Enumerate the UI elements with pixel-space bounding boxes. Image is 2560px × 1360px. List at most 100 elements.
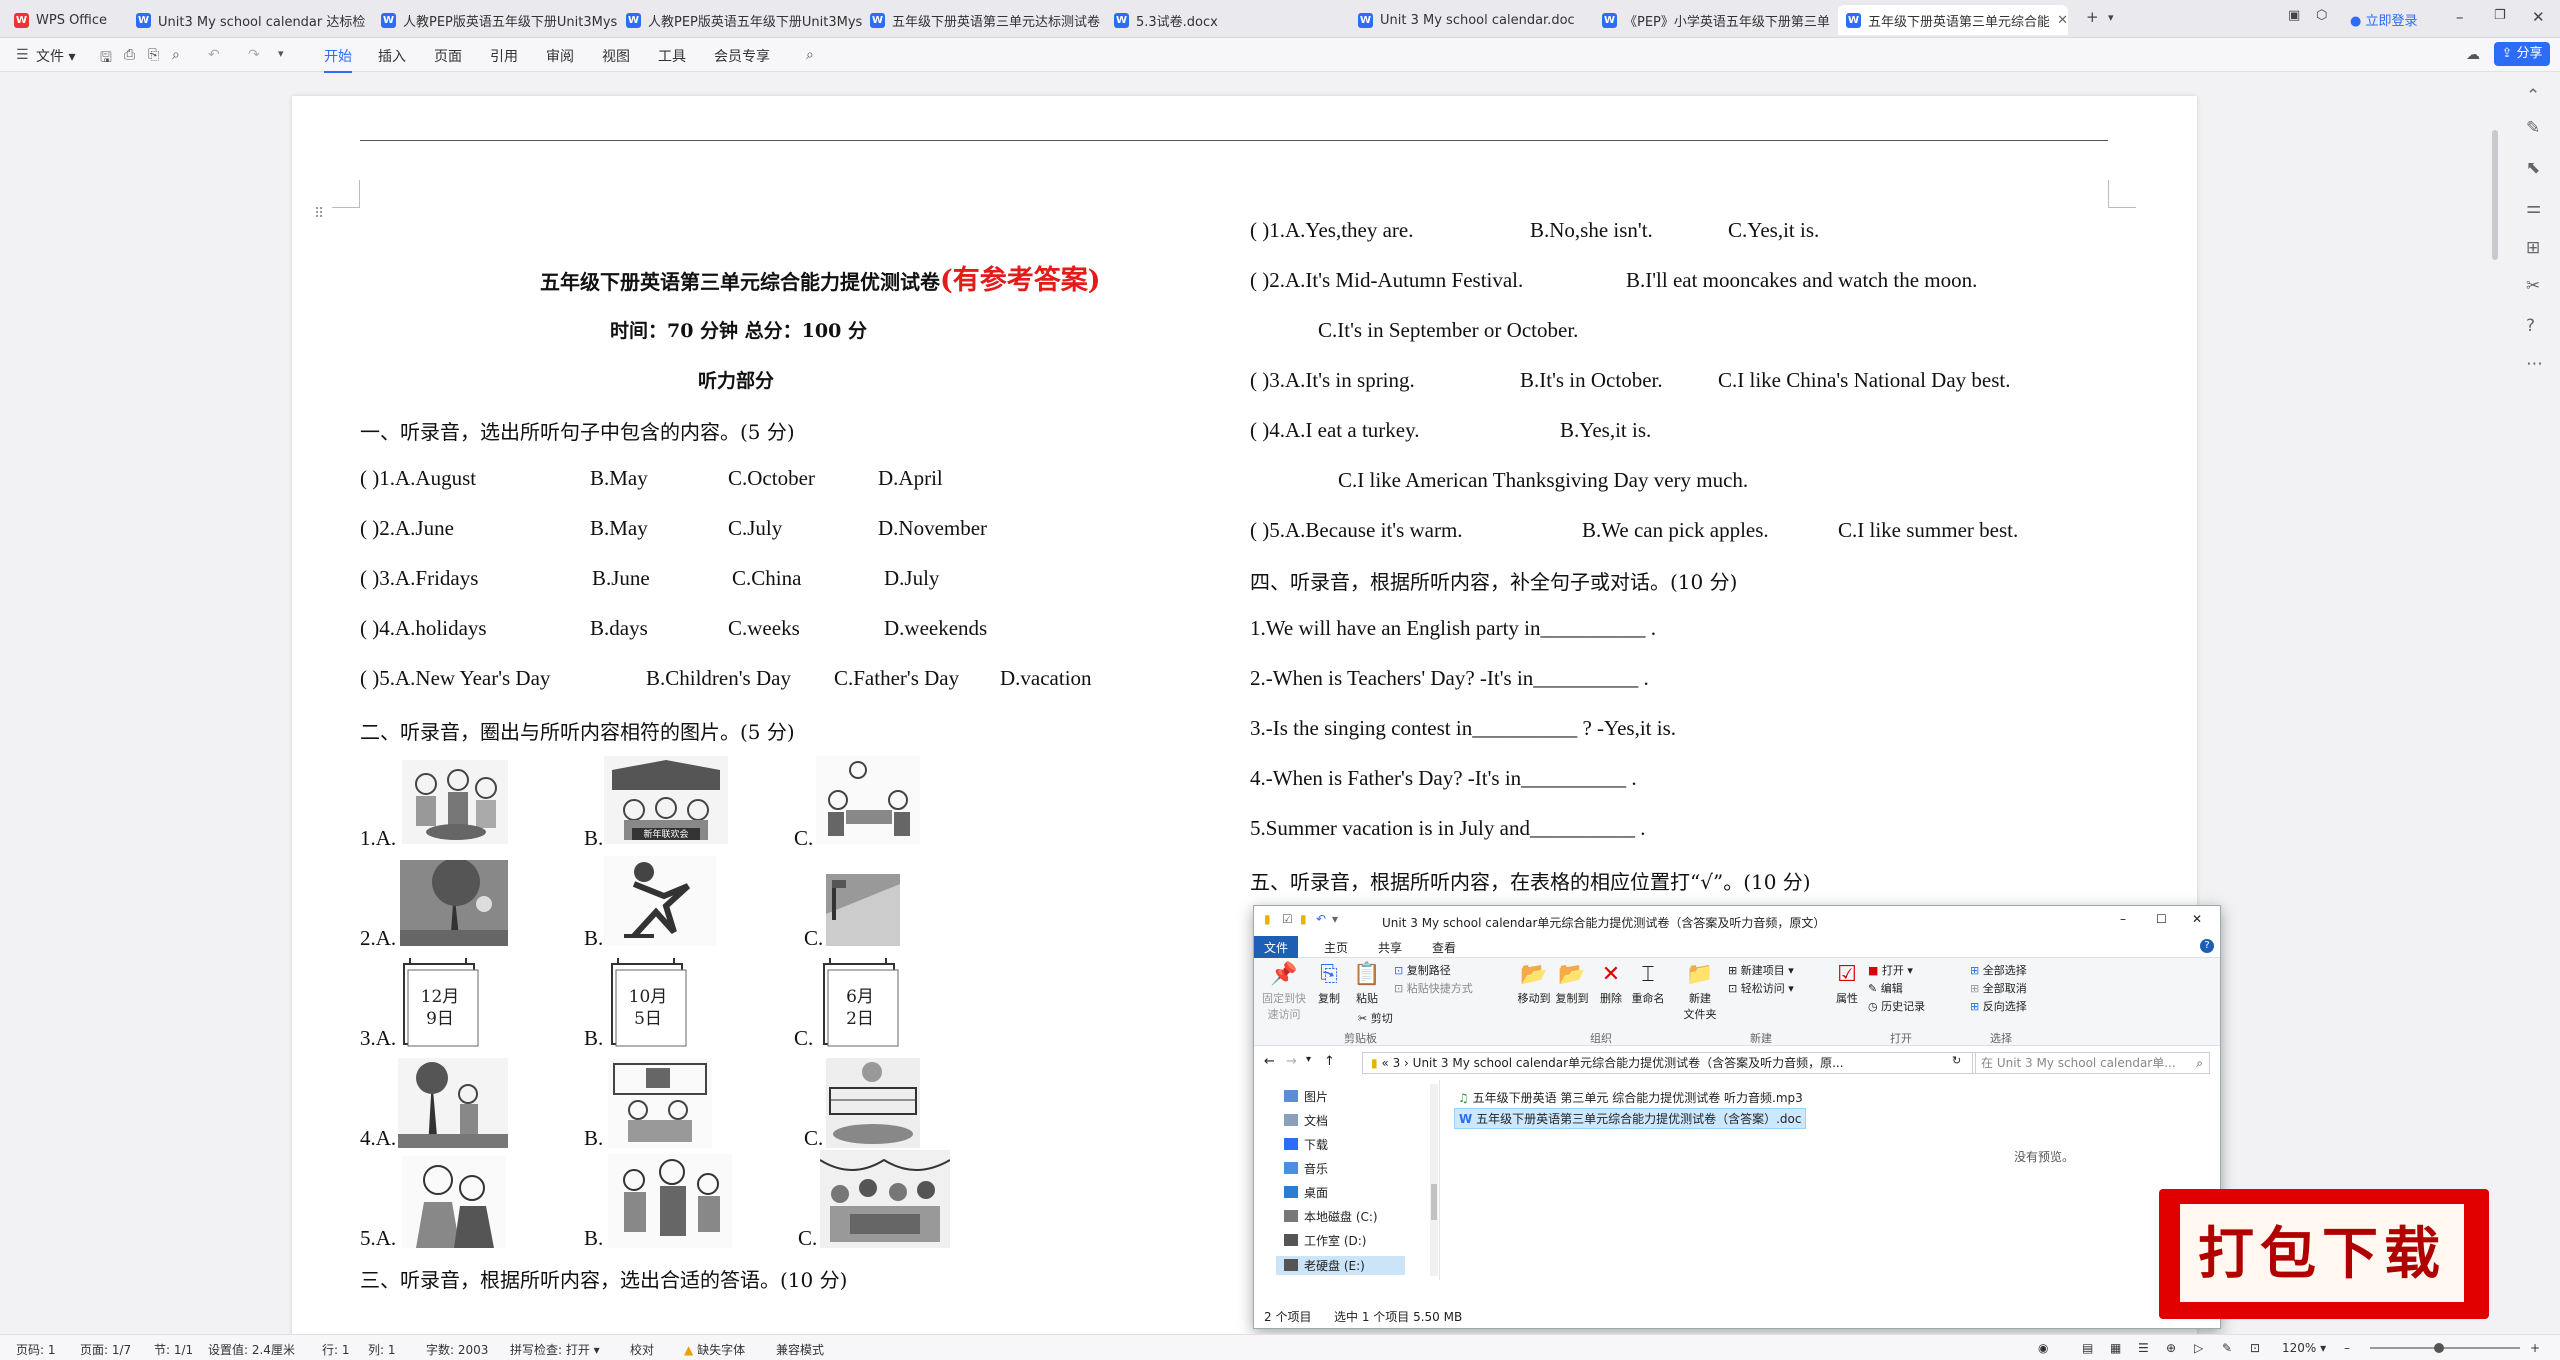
page-view-icon[interactable]: ▤ [2082,1341,2093,1355]
export-icon[interactable]: ⎙ [124,47,135,63]
refresh-icon[interactable]: ↻ [1952,1054,1961,1067]
redo-icon[interactable]: ↷ [248,47,260,63]
zoom-in-icon[interactable]: + [2530,1341,2540,1355]
paste-button[interactable]: 📋 粘贴 [1350,962,1384,1006]
new-tab-button[interactable]: + [2086,8,2099,26]
section-info[interactable]: 节: 1/1 [154,1341,193,1358]
search-input[interactable]: 在 Unit 3 My school calendar单... ⌕ [1972,1052,2210,1074]
cut-button[interactable]: ✂ 剪切 [1358,1010,1393,1026]
tab-insert[interactable]: 插入 [378,46,406,66]
translate-icon[interactable]: ⊞ [2526,238,2540,258]
tab-review[interactable]: 审阅 [546,46,574,66]
tab-tools[interactable]: 工具 [658,46,686,66]
file-item[interactable]: ♫ 五年级下册英语 第三单元 综合能力提优测试卷 听力音频.mp3 [1454,1088,1807,1107]
cube-icon[interactable]: ⬡ [2316,8,2327,23]
easy-access-button[interactable]: ⊡ 轻松访问 ▾ [1728,980,1794,996]
open-button[interactable]: ■ 打开 ▾ [1868,962,1913,978]
address-bar[interactable]: ▮ « 3 › Unit 3 My school calendar单元综合能力提… [1362,1052,1976,1074]
tab-home[interactable]: 主页 [1324,939,1348,956]
help-icon[interactable]: ? [2526,316,2535,336]
tab-member[interactable]: 会员专享 [714,46,770,66]
read-mode-icon[interactable]: ▷ [2194,1341,2203,1355]
close-window-button[interactable]: ✕ [2532,8,2545,26]
eye-icon[interactable]: ◉ [2038,1341,2048,1355]
pen-icon[interactable]: ✎ [2526,118,2540,138]
web-view-icon[interactable]: ⊕ [2166,1341,2176,1355]
page-number[interactable]: 页码: 1 [16,1341,56,1358]
minimize-button[interactable]: – [2120,912,2126,926]
new-item-button[interactable]: ⊞ 新建项目 ▾ [1728,962,1794,978]
up-icon[interactable]: ↑ [1324,1054,1335,1069]
sliders-icon[interactable]: ⚌ [2526,198,2541,218]
print-icon[interactable]: ⎘ [148,47,159,63]
pointer-icon[interactable]: ⬉ [2526,158,2540,178]
close-icon[interactable]: ✕ [2057,13,2068,28]
file-item-selected[interactable]: W 五年级下册英语第三单元综合能力提优测试卷（含答案）.doc [1454,1108,1807,1129]
tab-document[interactable]: W Unit3 My school calendar 达标检 [128,5,372,35]
tab-home[interactable]: 开始 [324,46,352,73]
nav-item-drive-d[interactable]: 工作室 (D:) [1284,1232,1366,1249]
fit-icon[interactable]: ⊡ [2250,1341,2260,1355]
vertical-scrollbar[interactable] [2492,130,2498,260]
tab-document[interactable]: W Unit 3 My school calendar.doc [1350,5,1594,35]
undo-icon[interactable]: ↶ [1316,912,1326,926]
more-icon[interactable]: ⋯ [2526,354,2543,374]
select-all-button[interactable]: ⊞ 全部选择 [1970,962,2027,978]
pin-quick-access-button[interactable]: 📌 固定到快 速访问 [1260,962,1308,1022]
edit-button[interactable]: ✎ 编辑 [1868,980,1903,996]
copy-to-button[interactable]: 📂 复制到 [1554,962,1590,1006]
hamburger-icon[interactable]: ☰ [16,47,29,63]
chevron-down-icon[interactable]: ▾ [1306,1054,1311,1065]
grid-view-icon[interactable]: ▦ [2110,1341,2121,1355]
window-layout-icon[interactable]: ▣ [2288,8,2300,23]
help-icon[interactable]: ? [2200,939,2214,953]
back-icon[interactable]: ← [1264,1054,1275,1069]
nav-item-documents[interactable]: 文档 [1284,1112,1328,1129]
new-folder-button[interactable]: 📁 新建 文件夹 [1678,962,1722,1022]
paste-shortcut-button[interactable]: ⊡ 粘贴快捷方式 [1394,980,1473,996]
copy-button[interactable]: ⎘ 复制 [1312,962,1346,1006]
drag-handle-icon[interactable]: ⠿ [314,206,324,222]
maximize-button[interactable]: ☐ [2156,912,2167,926]
move-to-button[interactable]: 📂 移动到 [1516,962,1552,1006]
copy-path-button[interactable]: ⊡ 复制路径 [1394,962,1451,978]
invert-selection-button[interactable]: ⊞ 反向选择 [1970,998,2027,1014]
collapse-icon[interactable]: ⌃ [2526,86,2540,106]
chevron-down-icon[interactable]: ▾ [1332,912,1338,926]
tab-view[interactable]: 视图 [602,46,630,66]
save-icon[interactable]: 🖫 [100,47,112,71]
outline-view-icon[interactable]: ☰ [2138,1341,2149,1355]
preview-icon[interactable]: ⌕ [172,47,180,63]
history-button[interactable]: ◷ 历史记录 [1868,998,1925,1014]
new-folder-icon[interactable]: ▮ [1300,912,1307,926]
proofread[interactable]: 校对 [630,1341,654,1358]
minimize-button[interactable]: – [2456,8,2464,26]
zoom-level[interactable]: 120% ▾ [2282,1341,2326,1355]
nav-item-desktop[interactable]: 桌面 [1284,1184,1328,1201]
tab-document[interactable]: W 人教PEP版英语五年级下册Unit3Mys [373,5,617,35]
setting-value[interactable]: 设置值: 2.4厘米 [208,1341,295,1358]
zoom-out-icon[interactable]: – [2344,1341,2350,1355]
tools-icon[interactable]: ✂ [2526,276,2540,296]
zoom-slider[interactable] [2370,1343,2520,1353]
page-count[interactable]: 页面: 1/7 [80,1341,131,1358]
rename-button[interactable]: ⌶ 重命名 [1628,962,1668,1006]
tab-document[interactable]: W 人教PEP版英语五年级下册Unit3Mys [618,5,862,35]
nav-item-drive-e[interactable]: 老硬盘 (E:) [1276,1256,1405,1275]
tab-document[interactable]: W 五年级下册英语第三单元达标测试卷 [862,5,1106,35]
pen-icon[interactable]: ✎ [2222,1341,2232,1355]
tab-references[interactable]: 引用 [490,46,518,66]
tab-file[interactable]: 文件 [1254,936,1298,958]
word-count[interactable]: 字数: 2003 [426,1341,488,1358]
delete-button[interactable]: ✕ 删除 [1596,962,1626,1006]
properties-icon[interactable]: ☑ [1282,912,1293,926]
select-none-button[interactable]: ⊞ 全部取消 [1970,980,2027,996]
cloud-icon[interactable]: ☁ [2466,47,2480,63]
compat-mode[interactable]: 兼容模式 [776,1341,824,1358]
nav-item-pictures[interactable]: 图片 [1284,1088,1328,1105]
missing-font[interactable]: ▲ 缺失字体 [684,1341,745,1358]
spell-check[interactable]: 拼写检查: 打开 ▾ [510,1341,600,1358]
chevron-down-icon[interactable]: ▾ [2108,11,2114,24]
search-icon[interactable]: ⌕ [806,47,814,63]
nav-item-music[interactable]: 音乐 [1284,1160,1328,1177]
